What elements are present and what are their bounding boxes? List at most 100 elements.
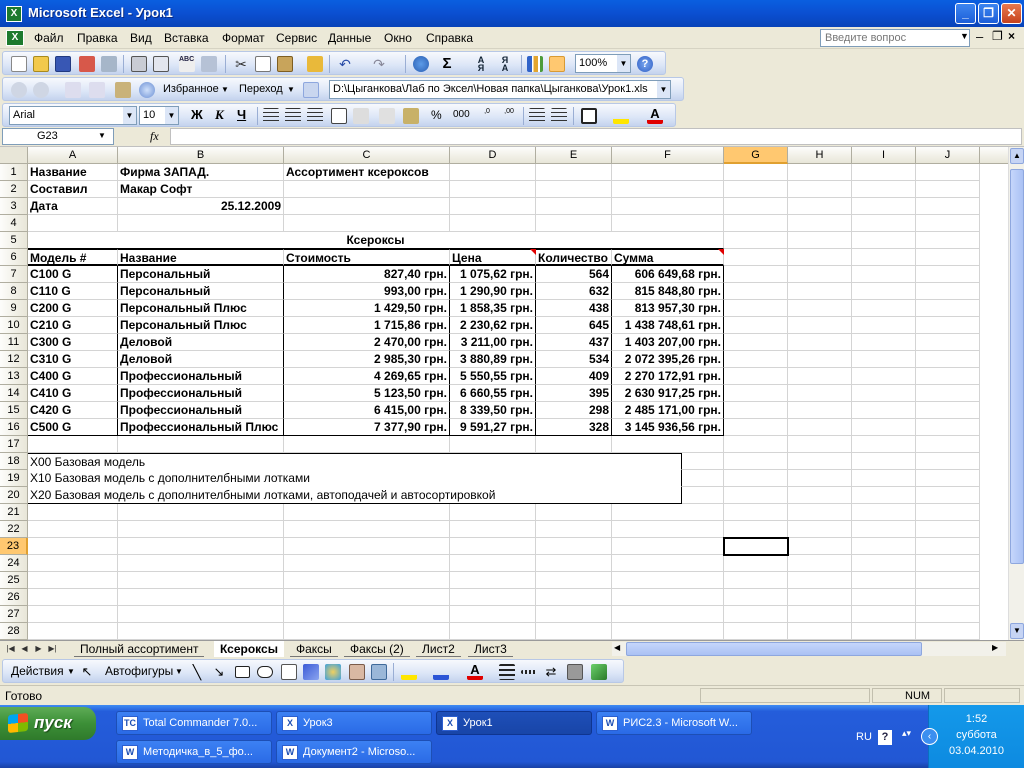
format-painter-icon[interactable] (307, 56, 323, 72)
grid-cell[interactable] (916, 249, 980, 266)
grid-cell[interactable] (450, 538, 536, 555)
scroll-up-icon[interactable]: ▲ (1010, 148, 1024, 164)
tab-copiers[interactable]: Ксероксы (214, 641, 284, 657)
table-cell[interactable]: 4 269,65 грн. (284, 368, 450, 385)
grid-cell[interactable] (852, 164, 916, 181)
grid-cell[interactable] (916, 300, 980, 317)
grid-cell[interactable] (724, 453, 788, 470)
home-icon[interactable] (115, 82, 131, 98)
table-header[interactable]: Модель # (28, 249, 118, 266)
table-cell[interactable]: 993,00 грн. (284, 283, 450, 300)
grid-cell[interactable] (916, 198, 980, 215)
stop-icon[interactable] (65, 82, 81, 98)
grid-cell[interactable] (724, 317, 788, 334)
column-header-b[interactable]: B (118, 147, 284, 164)
column-header-h[interactable]: H (788, 147, 852, 164)
grid-cell[interactable] (916, 470, 980, 487)
grid-cell[interactable] (284, 521, 450, 538)
vertical-scrollbar[interactable]: ▲ ▼ (1008, 147, 1024, 640)
table-cell[interactable]: 298 (536, 402, 612, 419)
row-header-26[interactable]: 26 (0, 589, 28, 606)
goto-dropdown-icon[interactable]: ▼ (287, 85, 295, 94)
grid-cell[interactable] (284, 589, 450, 606)
wordart-icon[interactable] (303, 664, 319, 680)
forward-icon[interactable] (33, 82, 49, 98)
grid-cell[interactable] (724, 368, 788, 385)
task-urok1[interactable]: X Урок1 (436, 711, 592, 735)
grid-cell[interactable] (28, 623, 118, 640)
grid-cell[interactable] (118, 538, 284, 555)
table-cell[interactable]: 1 858,35 грн. (450, 300, 536, 317)
percent-button[interactable]: % (431, 108, 442, 122)
row-header-13[interactable]: 13 (0, 368, 28, 385)
special-icon[interactable] (353, 108, 369, 124)
grid-cell[interactable] (724, 521, 788, 538)
grid-cell[interactable] (916, 572, 980, 589)
name-box-dropdown-icon[interactable]: ▼ (98, 131, 106, 140)
table-cell[interactable]: Деловой (118, 334, 284, 351)
grid-cell[interactable] (852, 419, 916, 436)
grid-cell[interactable] (916, 164, 980, 181)
grid-cell[interactable] (916, 215, 980, 232)
row-header-1[interactable]: 1 (0, 164, 28, 181)
grid-cell[interactable] (724, 181, 788, 198)
grid-cell[interactable] (916, 266, 980, 283)
table-cell[interactable]: 1 438 748,61 грн. (612, 317, 724, 334)
dash-style-icon[interactable] (521, 670, 537, 674)
grid-cell[interactable] (450, 555, 536, 572)
grid-cell[interactable] (852, 249, 916, 266)
grid-cell[interactable] (284, 436, 450, 453)
tab-sheet2[interactable]: Лист2 (416, 641, 461, 657)
grid-cell[interactable] (788, 487, 852, 504)
grid-cell[interactable] (852, 368, 916, 385)
table-cell[interactable]: 2 485 171,00 грн. (612, 402, 724, 419)
grid-cell[interactable] (724, 385, 788, 402)
start-button[interactable]: пуск (0, 707, 96, 740)
cell-c1[interactable]: Ассортимент ксероксов (284, 164, 450, 181)
table-cell[interactable]: 328 (536, 419, 612, 436)
menu-edit[interactable]: Правка (77, 31, 118, 45)
menu-window[interactable]: Окно (384, 31, 412, 45)
favorites-dropdown-icon[interactable]: ▼ (221, 85, 229, 94)
grid-cell[interactable] (612, 504, 724, 521)
grid-cell[interactable] (916, 368, 980, 385)
textbox-icon[interactable] (281, 664, 297, 680)
table-cell[interactable]: 8 339,50 грн. (450, 402, 536, 419)
grid-cell[interactable] (788, 232, 852, 249)
task-urok3[interactable]: X Урок3 (276, 711, 432, 735)
table-cell[interactable]: 7 377,90 грн. (284, 419, 450, 436)
grid-cell[interactable] (916, 419, 980, 436)
grid-cell[interactable] (916, 317, 980, 334)
row-header-17[interactable]: 17 (0, 436, 28, 453)
grid-cell[interactable] (788, 300, 852, 317)
hyperlink-icon[interactable] (413, 56, 429, 72)
tab-full-assortment[interactable]: Полный ассортимент (74, 641, 205, 657)
table-cell[interactable]: 5 123,50 грн. (284, 385, 450, 402)
table-cell[interactable]: C110 G (28, 283, 118, 300)
row-header-18[interactable]: 18 (0, 453, 28, 470)
grid-cell[interactable] (612, 181, 724, 198)
table-cell[interactable]: 632 (536, 283, 612, 300)
row-header-10[interactable]: 10 (0, 317, 28, 334)
row-header-20[interactable]: 20 (0, 487, 28, 504)
table-cell[interactable]: C310 G (28, 351, 118, 368)
table-cell[interactable]: Профессиональный (118, 368, 284, 385)
excel-app-icon[interactable]: X (6, 6, 22, 22)
grid-cell[interactable] (536, 589, 612, 606)
table-cell[interactable]: 1 715,86 грн. (284, 317, 450, 334)
grid-cell[interactable] (612, 215, 724, 232)
column-header-a[interactable]: A (28, 147, 118, 164)
grid-cell[interactable] (724, 470, 788, 487)
cell-b1[interactable]: Фирма ЗАПАД. (118, 164, 284, 181)
sort-desc-icon[interactable]: ЯA (497, 56, 513, 73)
scroll-left-icon[interactable]: ◀ (614, 643, 620, 652)
grid-cell[interactable] (450, 504, 536, 521)
grid-cell[interactable] (916, 283, 980, 300)
grid-cell[interactable] (536, 436, 612, 453)
task-total-commander[interactable]: TC Total Commander 7.0... (116, 711, 272, 735)
column-header-j[interactable]: J (916, 147, 980, 164)
comment-indicator-icon[interactable] (530, 249, 536, 255)
grid-cell[interactable] (724, 555, 788, 572)
grid-cell[interactable] (916, 487, 980, 504)
menu-tools[interactable]: Сервис (276, 31, 317, 45)
